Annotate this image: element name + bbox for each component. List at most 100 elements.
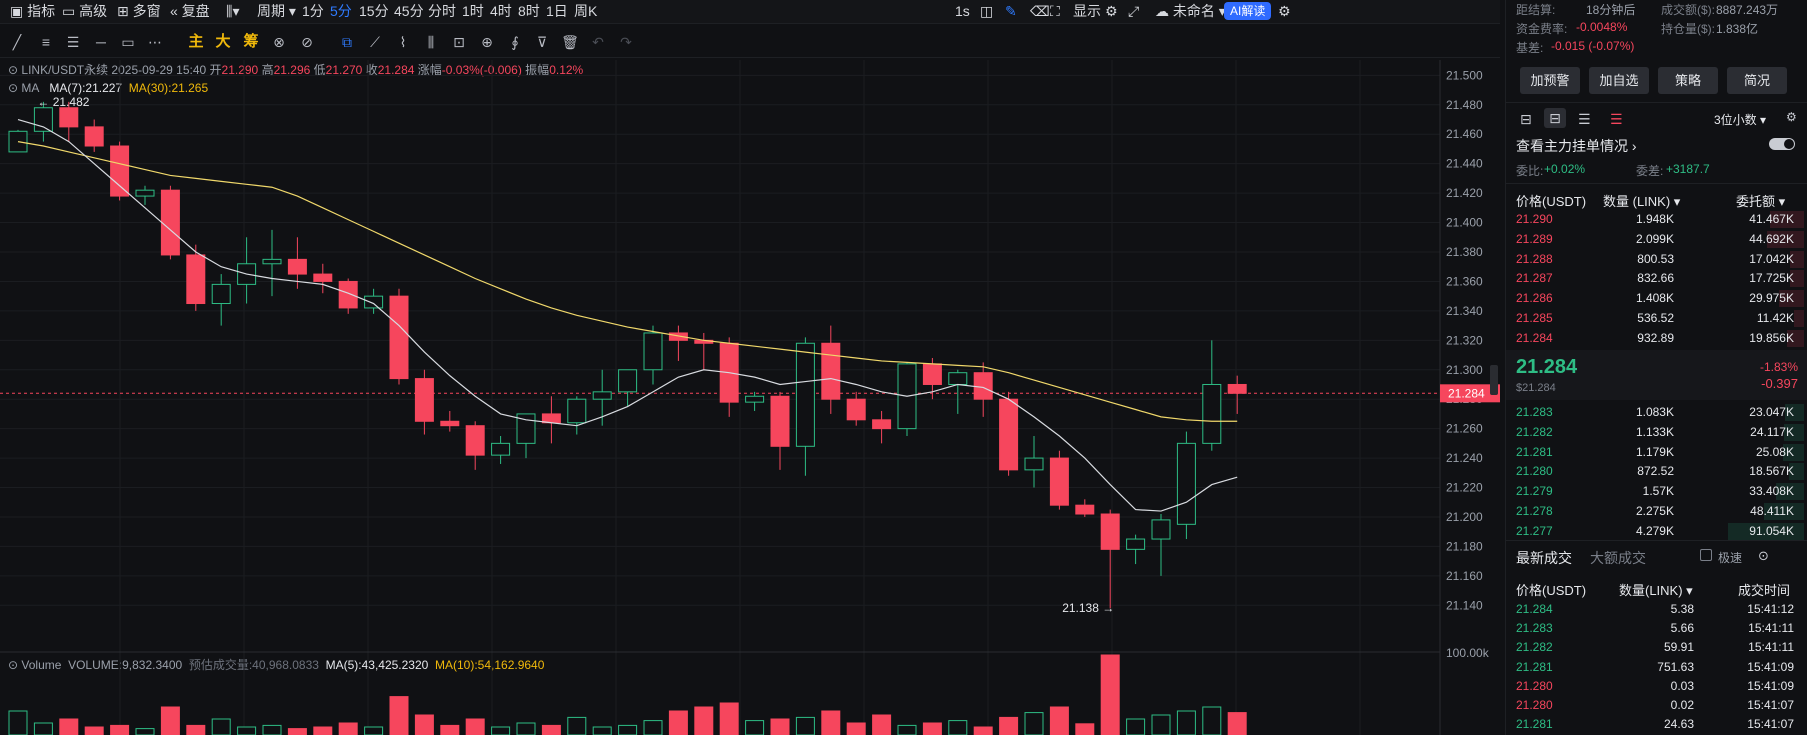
camera-icon[interactable]: ◫ <box>980 0 993 24</box>
expand-icon[interactable]: ⤢ <box>1128 0 1139 24</box>
orderbook-row[interactable]: 21.277 4.279K 91.054K <box>1506 522 1804 541</box>
main-orders-toggle[interactable] <box>1769 138 1795 150</box>
trash-icon[interactable]: 🗑 <box>561 33 579 51</box>
orderbook-row[interactable]: 21.282 1.133K 24.117K <box>1506 423 1804 442</box>
candle[interactable] <box>1024 457 1044 471</box>
large-order-tool[interactable]: 大 <box>214 33 232 51</box>
fullscreen-icon[interactable]: ⛶ <box>1050 0 1060 24</box>
strategy-button[interactable]: 策略 <box>1658 67 1718 94</box>
chart-type-button[interactable]: ⫼▾ <box>226 0 239 24</box>
candle[interactable] <box>592 391 612 400</box>
orderbook-row[interactable]: 21.283 1.083K 23.047K <box>1506 403 1804 422</box>
period-1h[interactable]: 1时 <box>462 0 484 24</box>
candle[interactable] <box>821 342 841 400</box>
depth-asks-icon[interactable]: ☰ <box>1578 111 1591 128</box>
candle[interactable] <box>1227 383 1247 394</box>
orderbook-row[interactable]: 21.288 800.53 17.042K <box>1506 250 1804 269</box>
brush-icon[interactable]: ⌇ <box>394 33 412 51</box>
main-force-tool[interactable]: 主 <box>187 33 205 51</box>
orderbook-row[interactable]: 21.286 1.408K 29.975K <box>1506 289 1804 308</box>
candle[interactable] <box>59 107 79 128</box>
undo-icon[interactable]: ↶ <box>589 33 607 51</box>
orderbook-row[interactable]: 21.279 1.57K 33.408K <box>1506 482 1804 501</box>
candle[interactable] <box>287 258 307 275</box>
candle[interactable] <box>1075 504 1095 515</box>
display-button[interactable]: 显示 <box>1073 0 1101 24</box>
pencil-icon[interactable]: ✎ <box>1005 0 1017 24</box>
candle[interactable] <box>1202 383 1222 444</box>
advanced-button[interactable]: ▭ 高级 <box>62 0 107 24</box>
filter-icon[interactable]: ⊽ <box>533 33 551 51</box>
horizontal-line-icon[interactable]: ─ <box>92 33 110 51</box>
main-orders-link[interactable]: 查看主力挂单情况 › <box>1516 136 1637 156</box>
period-4h[interactable]: 4时 <box>490 0 512 24</box>
lock-icon[interactable]: ⊡ <box>450 33 468 51</box>
period-timeline[interactable]: 分时 <box>428 0 456 24</box>
scroll-handle[interactable] <box>1490 365 1498 395</box>
magnet-icon[interactable]: ⊗ <box>270 33 288 51</box>
replay-button[interactable]: « 复盘 <box>170 0 210 24</box>
tab-latest-trades[interactable]: 最新成交 <box>1516 548 1572 568</box>
candle[interactable] <box>135 189 155 197</box>
candle[interactable] <box>846 398 866 421</box>
candle[interactable] <box>414 378 434 422</box>
orderbook-row[interactable]: 21.278 2.275K 48.411K <box>1506 502 1804 521</box>
candle[interactable] <box>922 363 942 385</box>
candle[interactable] <box>491 442 511 456</box>
candle[interactable] <box>973 372 993 400</box>
candle[interactable] <box>948 372 968 385</box>
candle[interactable] <box>84 126 104 147</box>
candle[interactable] <box>8 130 28 153</box>
orderbook-row[interactable]: 21.281 1.179K 25.08K <box>1506 443 1804 462</box>
overview-button[interactable]: 简况 <box>1727 67 1787 94</box>
candle[interactable] <box>770 395 790 447</box>
period-15m[interactable]: 15分 <box>359 0 389 24</box>
ruler-icon[interactable]: ⟋ <box>366 33 384 51</box>
orderbook-row[interactable]: 21.280 872.52 18.567K <box>1506 462 1804 481</box>
refresh-rate[interactable]: 1s <box>955 0 970 24</box>
more-icon[interactable]: ⚙ <box>1278 0 1291 24</box>
candle[interactable] <box>872 419 892 430</box>
tab-large-trades[interactable]: 大额成交 <box>1590 548 1646 568</box>
chevron-right-icon[interactable]: ⊙ <box>1758 548 1769 564</box>
candle[interactable] <box>33 107 53 132</box>
period-1d[interactable]: 1日 <box>546 0 568 24</box>
orderbook-row[interactable]: 21.287 832.66 17.725K <box>1506 269 1804 288</box>
depth-bids-icon[interactable]: ⊟ <box>1544 108 1566 128</box>
candle[interactable] <box>110 145 130 197</box>
candle[interactable] <box>1176 442 1196 525</box>
settings-icon[interactable]: ⚙ <box>1105 0 1118 24</box>
period-8h[interactable]: 8时 <box>518 0 540 24</box>
link-icon[interactable]: ⊕ <box>478 33 496 51</box>
period-1w[interactable]: 周K <box>574 0 597 24</box>
hide-icon[interactable]: ⊘ <box>298 33 316 51</box>
candle[interactable] <box>211 283 231 305</box>
candle[interactable] <box>338 280 358 309</box>
depth-both-icon[interactable]: ⊟ <box>1520 111 1532 128</box>
attach-icon[interactable]: ∮ <box>506 33 524 51</box>
candle[interactable] <box>999 398 1019 471</box>
candle[interactable] <box>389 295 409 380</box>
eraser-icon[interactable]: ⌫ <box>1030 0 1050 24</box>
fast-checkbox[interactable] <box>1700 549 1712 561</box>
redo-icon[interactable]: ↷ <box>617 33 635 51</box>
orderbook-row[interactable]: 21.290 1.948K 41.467K <box>1506 210 1804 229</box>
multi-window-button[interactable]: ⊞ 多窗 <box>117 0 161 24</box>
parallel-lines-icon[interactable]: ≡ <box>37 33 55 51</box>
candle[interactable] <box>262 258 282 265</box>
candle[interactable] <box>1100 513 1120 550</box>
add-alert-button[interactable]: 加预警 <box>1520 67 1580 94</box>
trend-line-icon[interactable]: ╱ <box>8 33 26 51</box>
period-dropdown[interactable]: 周期 ▾ <box>257 0 296 24</box>
candle[interactable] <box>795 342 815 447</box>
chips-tool[interactable]: 筹 <box>242 33 260 51</box>
decimals-dropdown[interactable]: 3位小数 ▾ <box>1714 111 1766 128</box>
candlestick-chart[interactable]: 21.500 21.480 21.460 21.440 21.420 21.400 21.3… <box>0 60 1500 735</box>
period-1m[interactable]: 1分 <box>302 0 324 24</box>
candle[interactable] <box>643 332 663 371</box>
horizontal-lines-icon[interactable]: ☰ <box>64 33 82 51</box>
candle[interactable] <box>567 398 587 424</box>
pattern-icon[interactable]: ⫼ <box>422 33 440 51</box>
candle[interactable] <box>186 254 206 305</box>
select-icon[interactable]: ⧉ <box>338 33 356 51</box>
